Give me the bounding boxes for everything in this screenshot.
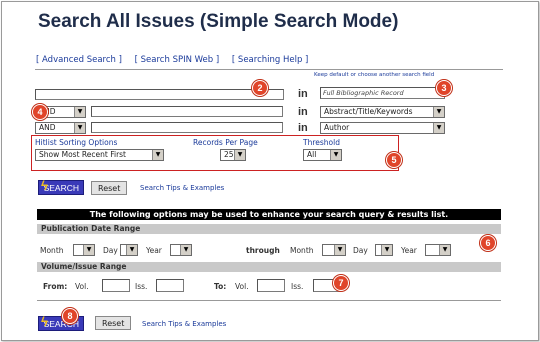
dropdown-arrow-icon: ▼ [334, 245, 345, 255]
dropdown-arrow-icon: ▼ [439, 245, 450, 255]
date-range-header: Publication Date Range [37, 224, 501, 234]
field-hint: Keep default or choose another search fi… [314, 72, 435, 78]
volume-range-header: Volume/Issue Range [37, 262, 501, 272]
callout-badge-2: 2 [252, 80, 268, 96]
operator-value-3: AND [39, 123, 56, 132]
vol-input-to[interactable] [257, 279, 285, 292]
hitlist-label: Hitlist Sorting Options [35, 138, 118, 147]
enhance-options-bar: The following options may be used to enh… [37, 209, 501, 220]
dropdown-arrow-icon: ▼ [180, 245, 191, 255]
advanced-search-link[interactable]: [ Advanced Search ] [36, 55, 122, 65]
dropdown-arrow-icon: ▼ [126, 245, 137, 255]
day-label-to: Day [353, 246, 368, 255]
search-bolt-icon: ϟ [41, 178, 48, 193]
in-label-1: in [298, 88, 308, 100]
search-term-input-1[interactable] [35, 89, 284, 100]
callout-badge-7: 7 [333, 275, 349, 291]
reset-button-bottom[interactable]: Reset [95, 316, 132, 330]
callout-badge-4: 4 [32, 104, 48, 120]
search-button[interactable]: ϟ SEARCH [38, 178, 84, 195]
hitlist-select[interactable]: Show Most Recent First ▼ [35, 149, 164, 161]
page-title: Search All Issues (Simple Search Mode) [38, 11, 399, 32]
dropdown-arrow-icon: ▼ [74, 123, 85, 133]
divider-bottom [37, 300, 501, 301]
nav-links: [ Advanced Search ] [ Search SPIN Web ] … [36, 55, 308, 65]
records-label: Records Per Page [193, 138, 258, 147]
month-select-to[interactable]: ▼ [322, 244, 346, 256]
callout-badge-5: 5 [386, 152, 402, 168]
search-bolt-icon: ϟ [41, 314, 48, 329]
divider-top [35, 69, 503, 70]
dropdown-arrow-icon: ▼ [74, 107, 85, 117]
field-value-3: Author [324, 123, 350, 132]
vol-label-from: Vol. [75, 282, 89, 291]
records-select[interactable]: 25 ▼ [220, 149, 246, 161]
day-select-from[interactable]: ▼ [120, 244, 138, 256]
hitlist-value: Show Most Recent First [39, 150, 127, 159]
iss-label-from: Iss. [135, 282, 148, 291]
callout-badge-8: 8 [62, 308, 78, 324]
to-label: To: [214, 282, 227, 291]
day-label-from: Day [103, 246, 118, 255]
year-label-from: Year [146, 246, 162, 255]
field-value-2: Abstract/Title/Keywords [324, 107, 413, 116]
threshold-label: Threshold [303, 138, 340, 147]
month-label-to: Month [290, 246, 314, 255]
field-select-3[interactable]: Author ▼ [320, 122, 445, 134]
operator-select-3[interactable]: AND ▼ [35, 122, 86, 134]
iss-input-from[interactable] [156, 279, 184, 292]
search-tips-link[interactable]: Search Tips & Examples [140, 184, 224, 192]
search-button-label: SEARCH [43, 182, 79, 193]
iss-label-to: Iss. [291, 282, 304, 291]
callout-badge-3: 3 [436, 80, 452, 96]
vol-input-from[interactable] [102, 279, 130, 292]
field-select-2[interactable]: Abstract/Title/Keywords ▼ [320, 106, 445, 118]
search-term-input-3[interactable] [91, 122, 283, 133]
reset-button[interactable]: Reset [91, 181, 128, 195]
threshold-value: All [307, 150, 317, 159]
day-select-to[interactable]: ▼ [375, 244, 393, 256]
callout-badge-6: 6 [480, 235, 496, 251]
threshold-select[interactable]: All ▼ [303, 149, 342, 161]
year-select-from[interactable]: ▼ [170, 244, 192, 256]
dropdown-arrow-icon: ▼ [433, 123, 444, 133]
dropdown-arrow-icon: ▼ [152, 150, 163, 160]
year-label-to: Year [401, 246, 417, 255]
searching-help-link[interactable]: [ Searching Help ] [232, 55, 308, 65]
dropdown-arrow-icon: ▼ [330, 150, 341, 160]
vol-label-to: Vol. [235, 282, 249, 291]
search-spin-web-link[interactable]: [ Search SPIN Web ] [135, 55, 220, 65]
year-select-to[interactable]: ▼ [425, 244, 451, 256]
through-label: through [246, 246, 280, 255]
search-field-1[interactable]: Full Bibliographic Record [320, 87, 445, 99]
month-label-from: Month [40, 246, 64, 255]
search-tips-link-bottom[interactable]: Search Tips & Examples [142, 320, 226, 328]
search-term-input-2[interactable] [91, 106, 283, 117]
dropdown-arrow-icon: ▼ [83, 245, 94, 255]
dropdown-arrow-icon: ▼ [381, 245, 392, 255]
in-label-3: in [298, 122, 308, 134]
dropdown-arrow-icon: ▼ [433, 107, 444, 117]
in-label-2: in [298, 106, 308, 118]
records-value: 25 [224, 150, 234, 159]
from-label: From: [43, 282, 68, 291]
month-select-from[interactable]: ▼ [73, 244, 95, 256]
dropdown-arrow-icon: ▼ [234, 150, 245, 160]
